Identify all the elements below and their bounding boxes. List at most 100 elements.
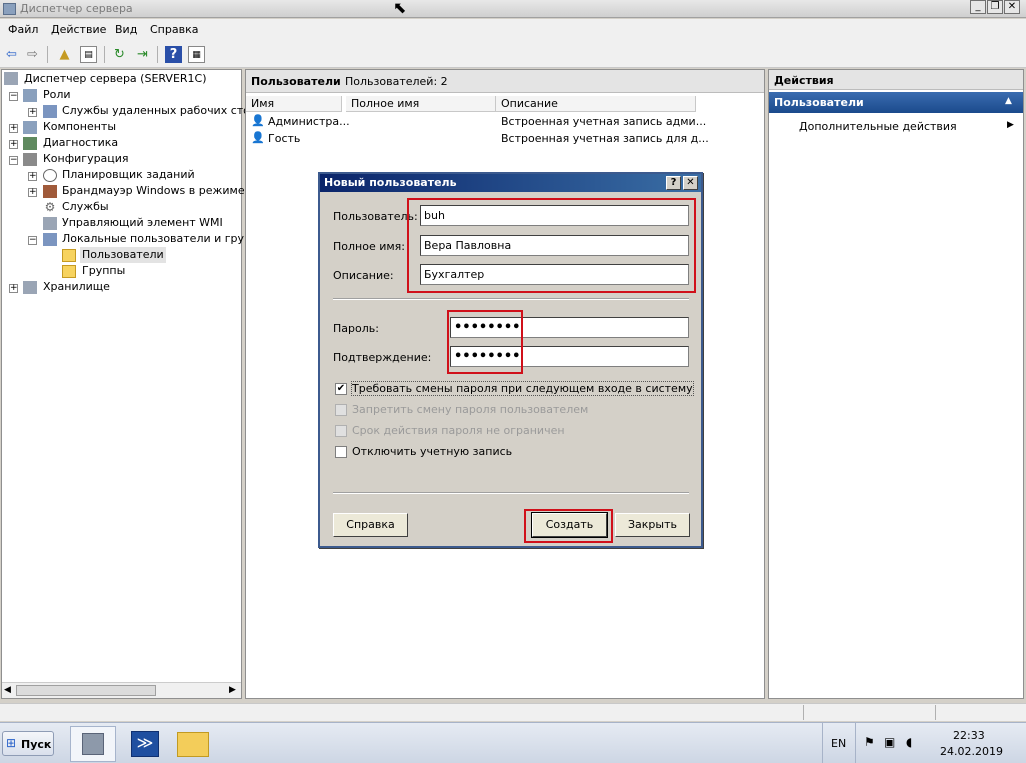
help-icon[interactable]: ? [165,46,182,63]
tree-users-selected[interactable]: Пользователи [80,247,166,263]
tree-roles[interactable]: Роли [43,87,71,103]
forbid-change-checkbox [335,404,347,416]
divider [333,492,689,494]
wmi-icon [43,217,57,230]
collapse-configuration-icon[interactable]: − [9,156,18,165]
server-icon [4,72,18,85]
server-manager-icon [82,733,104,755]
column-description[interactable]: Описание [496,96,696,112]
explorer-folder-icon[interactable] [177,732,209,757]
firewall-icon [43,185,57,198]
flag-icon[interactable]: ⚑ [864,735,875,749]
powershell-icon[interactable]: ≫ [131,731,159,757]
new-user-dialog: Новый пользователь ? ✕ Пользователь: buh… [318,172,703,548]
clock-icon [43,169,57,182]
menu-file[interactable]: Файл [8,23,38,36]
actions-section-header[interactable]: Пользователи ▲ [769,92,1023,113]
close-icon[interactable]: ✕ [683,176,698,190]
collapse-roles-icon[interactable]: − [9,92,18,101]
collapse-up-icon[interactable]: ▲ [1005,96,1012,106]
rds-icon [43,105,57,118]
password-label: Пароль: [333,322,379,335]
clock-date[interactable]: 24.02.2019 [940,745,1003,758]
expand-firewall-icon[interactable]: + [28,188,37,197]
column-headers: Имя Полное имя Описание [246,96,764,113]
actions-section: Пользователи [774,96,864,109]
table-row[interactable]: 👤 Гость Встроенная учетная запись для д.… [246,130,764,146]
tree-root[interactable]: Диспетчер сервера (SERVER1C) [24,71,207,87]
expand-storage-icon[interactable]: + [9,284,18,293]
expand-diagnostics-icon[interactable]: + [9,140,18,149]
menu-bar: Файл Действие Вид Справка [0,19,1026,41]
submenu-arrow-icon: ▶ [1007,120,1014,130]
storage-icon [23,281,37,294]
disable-account-checkbox[interactable] [335,446,347,458]
forward-icon[interactable]: ⇨ [24,46,41,63]
scroll-left-icon[interactable]: ◀ [4,685,11,695]
up-folder-icon[interactable]: ▲ [56,46,73,63]
help-icon[interactable]: ? [666,176,681,190]
row-name: Гость [268,132,301,145]
menu-help[interactable]: Справка [150,23,198,36]
column-name[interactable]: Имя [246,96,342,112]
taskbar-server-manager[interactable] [70,726,116,762]
language-indicator[interactable]: EN [831,737,846,750]
properties-icon[interactable]: ▦ [188,46,205,63]
maximize-button[interactable]: ❐ [987,0,1003,14]
tree-diagnostics[interactable]: Диагностика [43,135,118,151]
user-icon: 👤 [251,114,265,127]
expand-rds-icon[interactable]: + [28,108,37,117]
tree-groups[interactable]: Группы [82,263,125,279]
gear-icon: ⚙ [44,200,56,214]
dialog-titlebar: Новый пользователь ? ✕ [320,174,701,192]
actions-title: Действия [774,74,834,87]
actions-pane: Действия Пользователи ▲ Дополнительные д… [768,69,1024,699]
column-fullname[interactable]: Полное имя [346,96,496,112]
more-actions[interactable]: Дополнительные действия [799,120,957,133]
server-manager-icon [3,3,16,15]
menu-view[interactable]: Вид [115,23,137,36]
require-change-checkbox[interactable]: ✔ [335,383,347,395]
tree-storage[interactable]: Хранилище [43,279,110,295]
tree-local-users[interactable]: Локальные пользователи и группь [62,231,265,247]
back-icon[interactable]: ⇦ [3,46,20,63]
tree-rds[interactable]: Службы удаленных рабочих столо [62,103,264,119]
scroll-thumb[interactable] [16,685,156,696]
tree-components[interactable]: Компоненты [43,119,116,135]
menu-action[interactable]: Действие [51,23,106,36]
expand-components-icon[interactable]: + [9,124,18,133]
users-group-icon [43,233,57,246]
network-icon[interactable]: ▣ [884,735,895,749]
never-expire-label: Срок действия пароля не ограничен [352,424,565,437]
close-window-button[interactable]: ✕ [1004,0,1020,14]
username-label: Пользователь: [333,210,418,223]
folder-icon [62,249,76,262]
window-title: Диспетчер сервера [20,2,133,15]
confirm-label: Подтверждение: [333,351,432,364]
tree-configuration[interactable]: Конфигурация [43,151,129,167]
tree-services[interactable]: Службы [62,199,109,215]
scroll-right-icon[interactable]: ▶ [229,685,236,695]
tree-scheduler[interactable]: Планировщик заданий [62,167,195,183]
show-tree-icon[interactable]: ▤ [80,46,97,63]
tree-wmi[interactable]: Управляющий элемент WMI [62,215,223,231]
start-button[interactable]: ⊞ Пуск [2,731,54,756]
minimize-button[interactable]: _ [970,0,986,14]
expand-scheduler-icon[interactable]: + [28,172,37,181]
components-icon [23,121,37,134]
close-button[interactable]: Закрыть [615,513,690,537]
tree-firewall[interactable]: Брандмауэр Windows в режиме пов [62,183,269,199]
highlight-name-fields [407,198,696,293]
speaker-icon[interactable]: ◖ [906,735,912,749]
require-change-label[interactable]: Требовать смены пароля при следующем вхо… [351,381,694,396]
collapse-local-users-icon[interactable]: − [28,236,37,245]
forbid-change-label: Запретить смену пароля пользователем [352,403,589,416]
toolbar: ⇦ ⇨ ▲ ▤ ↻ ⇥ ? ▦ [0,41,1026,68]
disable-account-label[interactable]: Отключить учетную запись [352,445,512,458]
help-button[interactable]: Справка [333,513,408,537]
clock-time[interactable]: 22:33 [953,729,985,742]
refresh-icon[interactable]: ↻ [111,46,128,63]
table-row[interactable]: 👤 Администра... Встроенная учетная запис… [246,113,764,129]
export-icon[interactable]: ⇥ [134,46,151,63]
tree-hscrollbar[interactable]: ◀ ▶ [2,682,241,698]
